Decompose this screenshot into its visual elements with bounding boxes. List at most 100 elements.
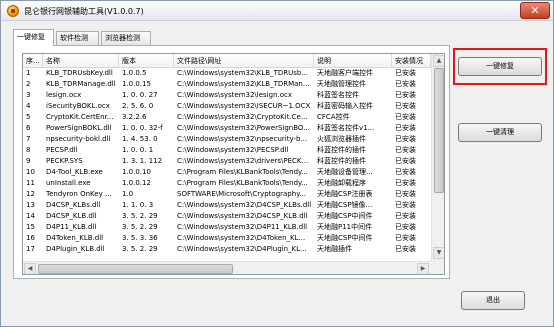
one-click-clean-button[interactable]: 一键清理 [458,123,542,142]
cell-path: C:\Windows\system32\D4CSP_KLB.dll [177,212,308,220]
scroll-up-icon[interactable]: ▲ [433,55,444,67]
scroll-down-icon[interactable]: ▼ [433,247,444,259]
scroll-left-icon[interactable]: ◀ [24,263,36,274]
cell-status: 已安装 [395,69,416,77]
table-row[interactable]: 7 npsecurity-bokl.dll 1. 4. 53. 0 C:\Window… [23,134,431,145]
table-row[interactable]: 9 PECKP.SYS 1. 3. 1. 112 C:\Windows\system3… [23,156,431,167]
cell-version: 1.0.0.15 [122,80,151,88]
cell-description: 天地融CSP中间件 [317,212,373,220]
cell-status: 已安装 [395,91,416,99]
horizontal-scroll-thumb[interactable] [38,264,233,274]
cell-index: 9 [26,157,31,165]
table-row[interactable]: 16 D4Token_KLB.dll 3. 5. 3. 36 C:\Windows\s… [23,233,431,244]
table-row[interactable]: 13 D4CSP_KLBs.dll 1. 1. 0. 3 C:\Windows\sys… [23,200,431,211]
cell-description: 天地融插件 [317,245,352,253]
cell-status: 已安装 [395,113,416,121]
table-row[interactable]: 15 D4P11_KLB.dll 3. 5. 2. 29 C:\Windows\sys… [23,222,431,233]
table-row[interactable]: 11 unInstall.exe 1.0.0.12 C:\Program Files\… [23,178,431,189]
cell-path: C:\Windows\system32\D4P11_KLB.dll [177,223,308,231]
cell-status: 已安装 [395,212,416,220]
cell-status: 已安装 [395,124,416,132]
cell-version: 1. 0. 0. 27 [122,91,158,99]
cell-status: 已安装 [395,80,416,88]
cell-description: 天地融客户端控件 [317,69,373,77]
cell-path: C:\Windows\system32\D4CSP_KLBs.dll [177,201,312,209]
table-row[interactable]: 17 D4Plugin_KLB.dll 3. 5. 2. 29 C:\Windows\… [23,244,431,255]
column-header-path[interactable]: 文件路径\网址 [174,54,314,68]
cell-path: C:\Program Files\KLBankTools\Tendy... [177,179,308,187]
cell-path: C:\Windows\system32\ISECUR~1.OCX [177,102,311,110]
cell-path: C:\Windows\system32\D4Plugin_KL... [177,245,307,253]
cell-status: 已安装 [395,201,416,209]
cell-name: CryptoKit.CertEnr... [46,113,114,121]
horizontal-scrollbar[interactable]: ◀ ▶ [23,261,431,274]
window-title: 昆仑银行网银辅助工具(V1.0.0.7) [24,7,144,16]
cell-status: 已安装 [395,135,416,143]
table-row[interactable]: 12 Tendyron OnKey ... 1.0 SOFTWARE\Microsof… [23,189,431,200]
cell-path: C:\Windows\system32\KLB_TDRUsb... [177,69,308,77]
component-list[interactable]: 序... 名称 版本 文件路径\网址 说明 安装情况 1 KLB_TDRUsbKe… [22,53,445,275]
cell-description: 天地融设备管理... [317,168,373,176]
title-bar[interactable]: 昆仑银行网银辅助工具(V1.0.0.7) ✕ [1,1,553,21]
table-row[interactable]: 14 D4CSP_KLB.dll 3. 5. 2. 29 C:\Windows\sys… [23,211,431,222]
cell-version: 1. 4. 53. 0 [122,135,158,143]
table-row[interactable]: 10 D4-Tool_KLB.exe 1.0.0.10 C:\Program File… [23,167,431,178]
table-row[interactable]: 8 PECSP.dll 1. 0. 0. 1 C:\Windows\system32\… [23,145,431,156]
cell-path: C:\Windows\system32\PowerSignBO... [177,124,310,132]
one-click-repair-button[interactable]: 一键修复 [458,57,542,76]
list-header: 序... 名称 版本 文件路径\网址 说明 安装情况 [23,54,431,68]
table-row[interactable]: 2 KLB_TDRManage.dll 1.0.0.15 C:\Windows\sys… [23,79,431,90]
table-row[interactable]: 1 KLB_TDRUsbKey.dll 1.0.0.5 C:\Windows\syst… [23,68,431,79]
table-row[interactable]: 4 iSecurityBOKL.ocx 2. 5. 6. 0 C:\Windows\s… [23,101,431,112]
cell-name: unInstall.exe [46,179,91,187]
column-header-description[interactable]: 说明 [314,54,392,68]
cell-status: 已安装 [395,168,416,176]
cell-path: C:\Windows\system32\npsecurity-b... [177,135,308,143]
column-header-name[interactable]: 名称 [43,54,119,68]
cell-description: 科蓝控件的插件 [317,146,366,154]
cell-version: 1.0.0.12 [122,179,151,187]
exit-button[interactable]: 退出 [461,291,525,310]
cell-description: 天地融管理控件 [317,80,366,88]
cell-description: CFCA控件 [317,113,350,121]
cell-version: 1.0.0.5 [122,69,147,77]
scrollbar-corner [431,261,444,274]
cell-index: 14 [26,212,35,220]
close-button[interactable]: ✕ [520,2,550,19]
cell-description: 天地融CSP镜像... [317,201,373,209]
cell-index: 8 [26,146,31,154]
vertical-scrollbar[interactable]: ▲ ▼ [431,54,444,261]
cell-path: C:\Windows\system32\drivers\PECK... [177,157,309,165]
cell-path: C:\Windows\system32\lesign.ocx [177,91,293,99]
cell-status: 已安装 [395,223,416,231]
cell-index: 1 [26,69,31,77]
tab-browser-check[interactable]: 浏览器检测 [101,31,151,45]
cell-index: 4 [26,102,31,110]
cell-index: 16 [26,234,35,242]
cell-description: 科蓝控件的插件 [317,157,366,165]
cell-description: 天地融CSP注册表 [317,190,373,198]
cell-index: 15 [26,223,35,231]
cell-index: 12 [26,190,35,198]
cell-name: D4CSP_KLB.dll [46,212,97,220]
column-header-index[interactable]: 序... [23,54,43,68]
vertical-scroll-thumb[interactable] [434,68,444,193]
table-row[interactable]: 6 PowerSignBOKL.dll 1. 0. 0. 32-f C:\Window… [23,123,431,134]
cell-description: 天地融P11中间件 [317,223,373,231]
tab-software-check[interactable]: 软件检测 [56,31,99,45]
bank-logo-icon [7,5,19,17]
cell-path: C:\Windows\system32\CryptoKit.Ce... [177,113,308,121]
cell-version: 2. 5. 6. 0 [122,102,154,110]
scroll-right-icon[interactable]: ▶ [417,263,429,274]
column-header-status[interactable]: 安装情况 [392,54,431,68]
table-row[interactable]: 5 CryptoKit.CertEnr... 3.2.2.6 C:\Windows\s… [23,112,431,123]
cell-description: 天地融卸载程序 [317,179,366,187]
table-row[interactable]: 3 lesign.ocx 1. 0. 0. 27 C:\Windows\system3… [23,90,431,101]
cell-name: PECSP.dll [46,146,78,154]
cell-index: 3 [26,91,31,99]
tab-one-click-repair[interactable]: 一键修复 [13,29,54,46]
cell-path: C:\Windows\system32\D4Token_KL... [177,234,306,242]
cell-status: 已安装 [395,179,416,187]
cell-name: D4Token_KLB.dll [46,234,104,242]
column-header-version[interactable]: 版本 [119,54,174,68]
